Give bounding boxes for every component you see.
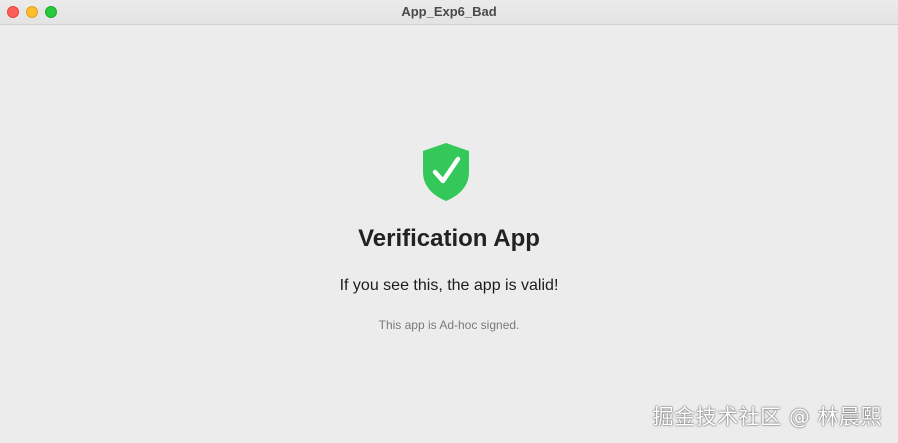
- app-window: App_Exp6_Bad Verification App If you see…: [0, 0, 898, 443]
- signing-note: This app is Ad-hoc signed.: [378, 318, 520, 332]
- validity-message: If you see this, the app is valid!: [339, 277, 559, 294]
- shield-check-icon: [423, 143, 469, 201]
- shield-shape: [423, 143, 469, 201]
- app-heading: Verification App: [358, 225, 540, 252]
- watermark-text: 掘金技术社区 @ 林晨熙: [652, 405, 882, 429]
- window-title: App_Exp6_Bad: [401, 4, 497, 19]
- title-bar[interactable]: App_Exp6_Bad: [0, 0, 898, 25]
- main-content: Verification App If you see this, the ap…: [0, 25, 898, 443]
